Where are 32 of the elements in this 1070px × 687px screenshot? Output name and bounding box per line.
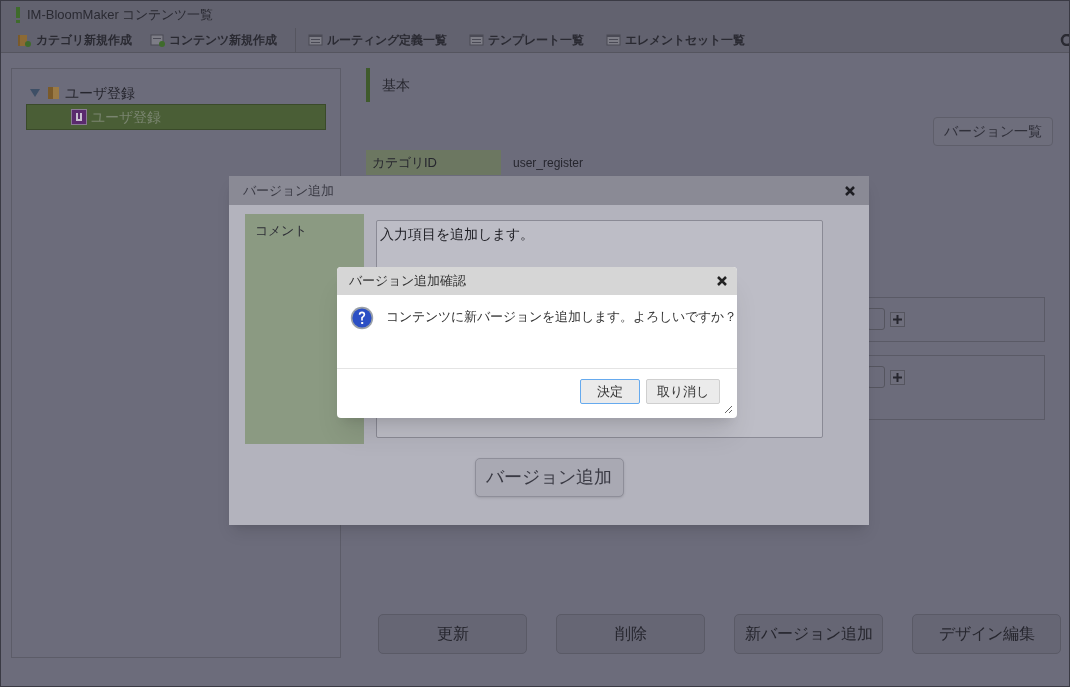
logo-icon — [15, 6, 21, 23]
content-icon — [71, 109, 87, 125]
field-value: user_register — [512, 154, 584, 172]
section-title: 基本 — [366, 68, 1061, 102]
list-window-icon — [606, 33, 621, 47]
list-window-icon — [469, 33, 484, 47]
dialog-button[interactable]: 取り消し — [646, 379, 720, 404]
field-label: カテゴリID — [366, 150, 501, 175]
folder-plus-icon — [17, 33, 32, 47]
add-version-button[interactable]: バージョン追加 — [474, 458, 624, 497]
close-icon[interactable] — [717, 276, 727, 286]
plus-icon[interactable] — [890, 370, 905, 385]
action-button[interactable]: 更新 — [378, 614, 527, 654]
resize-grip-icon[interactable] — [723, 404, 733, 414]
toolbar-button[interactable]: カテゴリ新規作成 — [11, 27, 138, 53]
dialog-button[interactable]: 決定 — [580, 379, 640, 404]
action-button[interactable]: 新バージョン追加 — [734, 614, 883, 654]
document-plus-icon — [150, 33, 165, 47]
close-icon[interactable] — [845, 185, 855, 196]
toolbar-button[interactable]: ルーティング定義一覧 — [295, 27, 453, 53]
tree-item[interactable]: ユーザ登録 — [26, 82, 326, 104]
action-button[interactable]: 削除 — [556, 614, 705, 654]
toolbar-button[interactable]: エレメントセット一覧 — [600, 27, 751, 53]
gear-icon[interactable] — [1059, 34, 1069, 46]
list-window-icon — [308, 33, 323, 47]
toolbar-button[interactable]: コンテンツ新規作成 — [144, 27, 283, 53]
confirm-message: コンテンツに新バージョンを追加します。よろしいですか？ — [386, 309, 737, 326]
dialog-title: バージョン追加 — [243, 181, 334, 200]
plus-icon[interactable] — [890, 312, 905, 327]
toolbar-button[interactable]: テンプレート一覧 — [463, 27, 590, 53]
folder-icon — [47, 86, 61, 100]
action-button[interactable]: デザイン編集 — [912, 614, 1061, 654]
